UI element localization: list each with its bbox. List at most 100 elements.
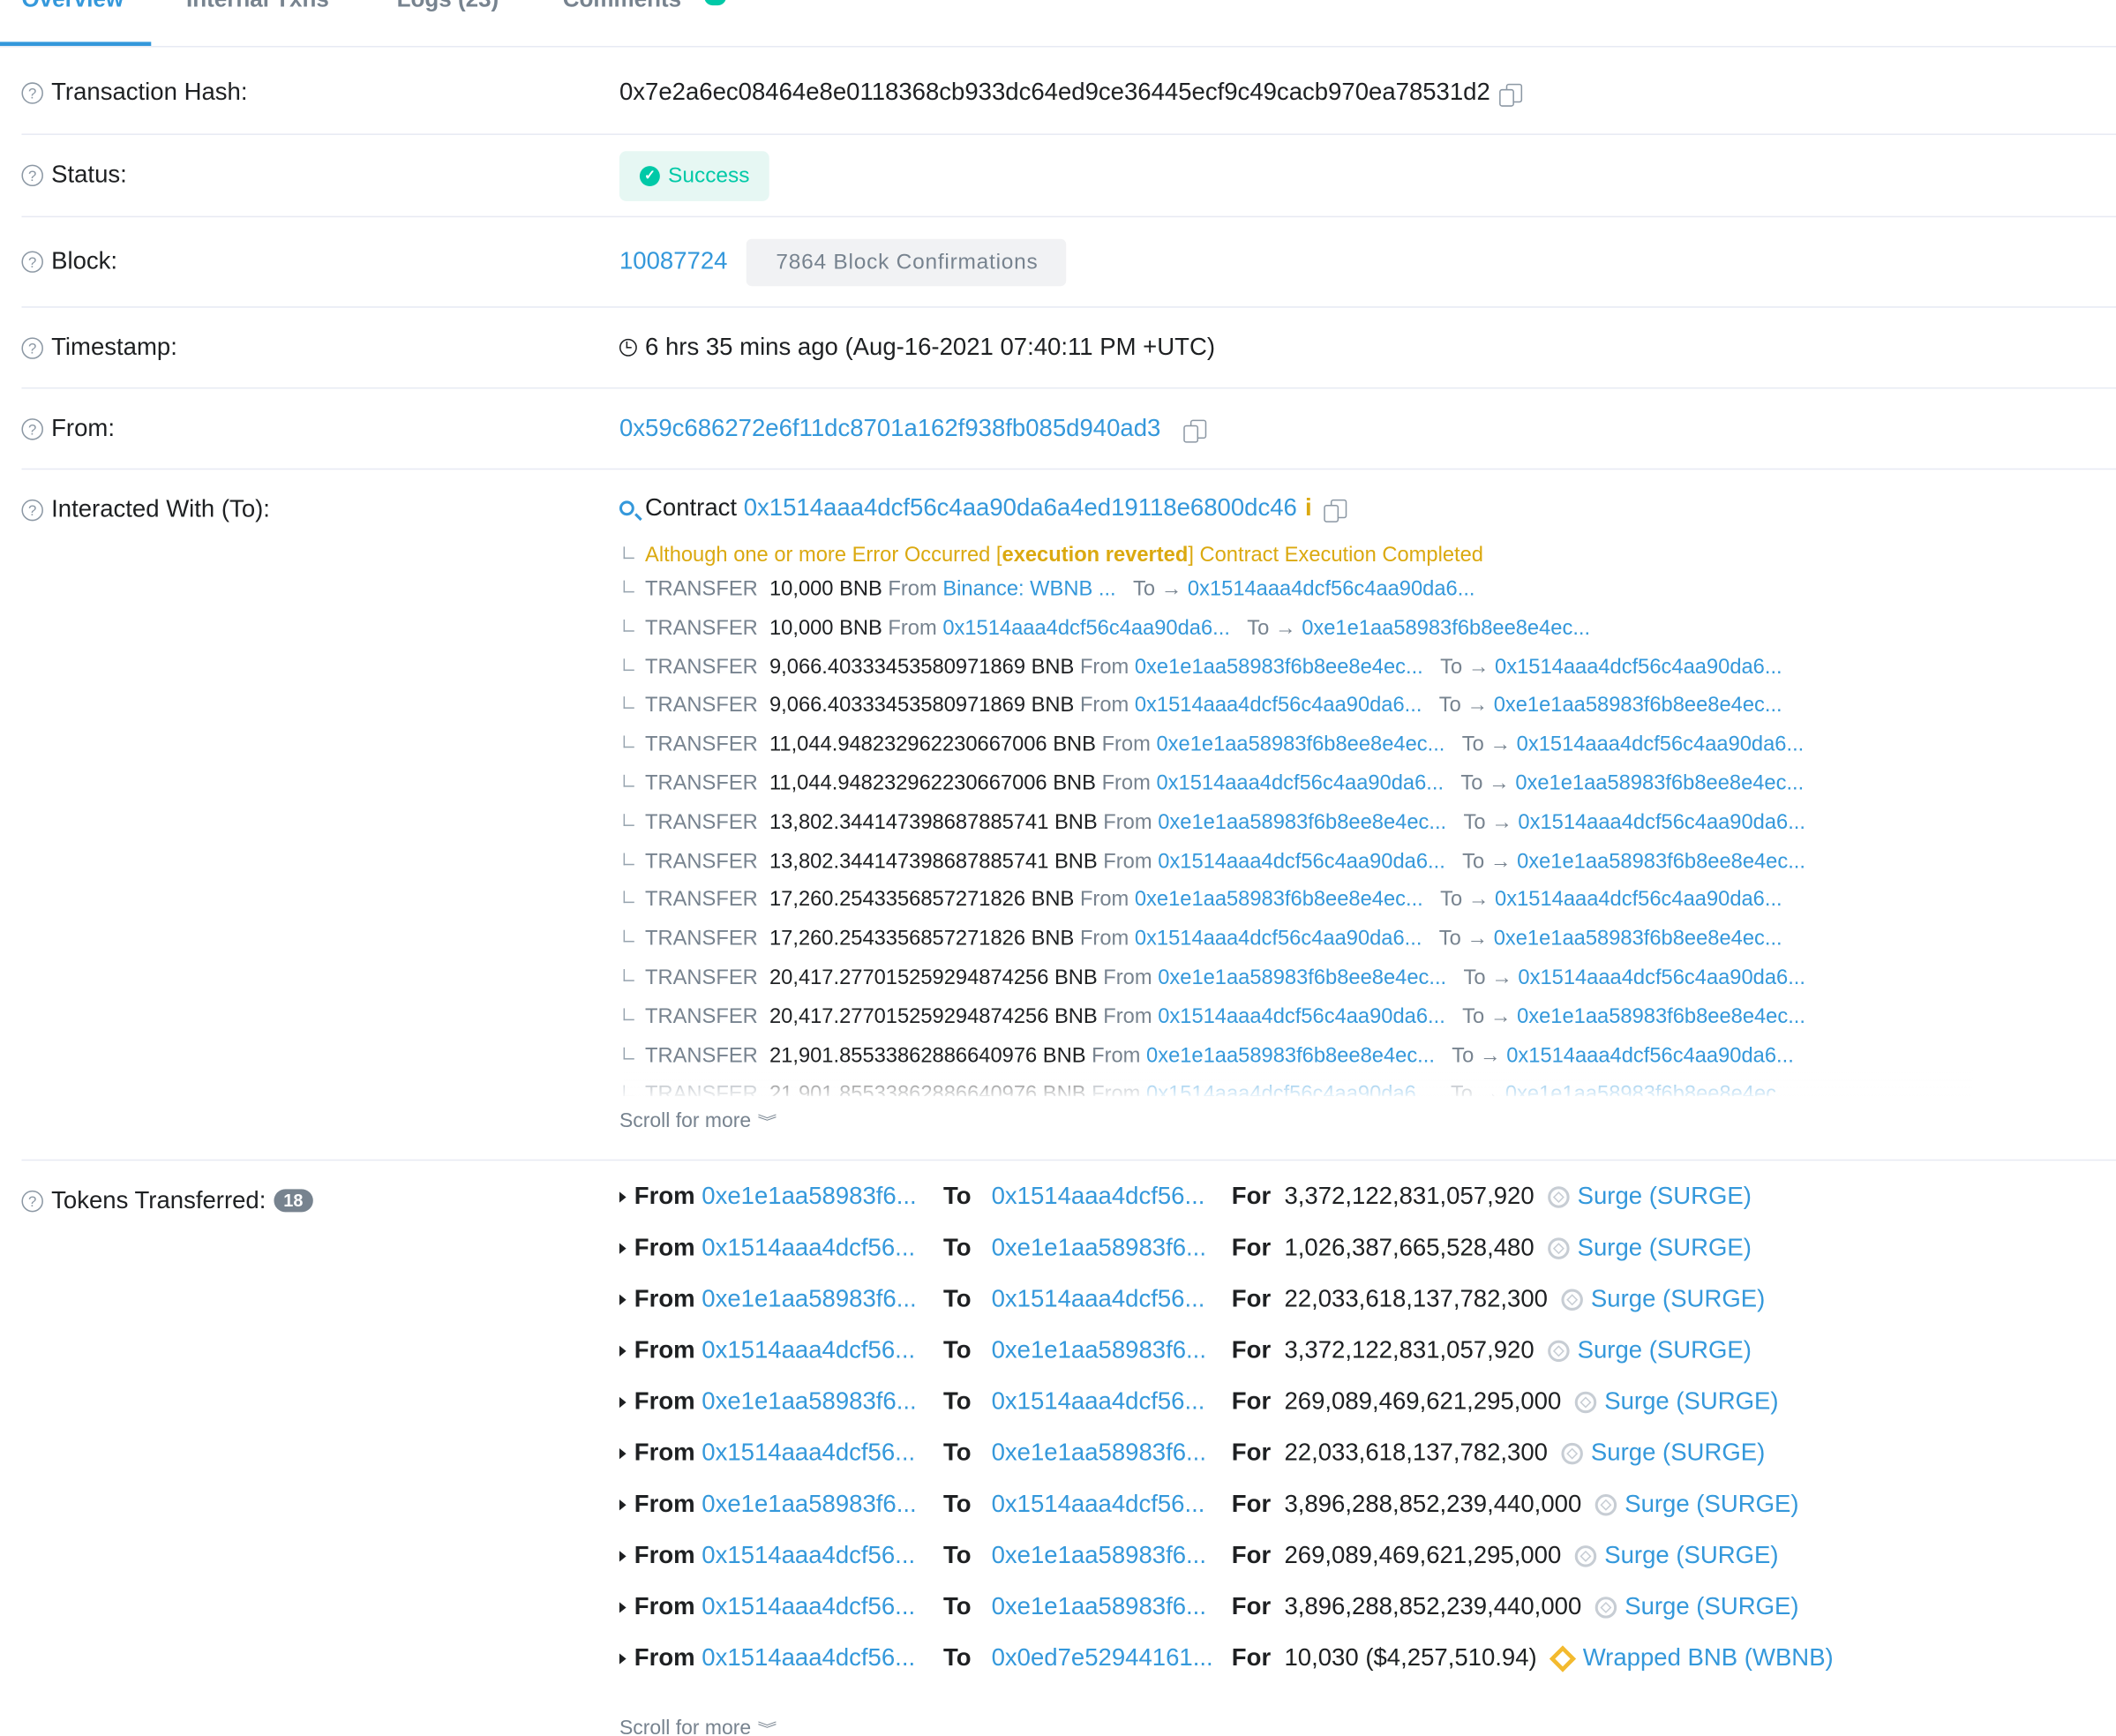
transfer-from-link[interactable]: 0xe1e1aa58983f6b8ee8e4ec... — [1135, 889, 1423, 912]
internal-transfers-list[interactable]: Although one or more Error Occurred [exe… — [623, 540, 1973, 1096]
caret-right-icon[interactable] — [619, 1601, 627, 1612]
transfer-to-link[interactable]: 0xe1e1aa58983f6b8ee8e4ec... — [1494, 695, 1782, 718]
to-label: ? Interacted With (To): — [21, 495, 270, 523]
caret-right-icon[interactable] — [619, 1344, 627, 1356]
scroll-for-more-tokens[interactable]: Scroll for more ︾ — [619, 1717, 777, 1735]
token-to-link[interactable]: 0xe1e1aa58983f6... — [992, 1593, 1221, 1621]
token-to-link[interactable]: 0xe1e1aa58983f6... — [992, 1336, 1221, 1364]
token-to-link[interactable]: 0xe1e1aa58983f6... — [992, 1439, 1221, 1467]
transfer-to-link[interactable]: 0x1514aaa4dcf56c4aa90da6... — [1518, 811, 1805, 834]
token-name-link[interactable]: Surge (SURGE) — [1625, 1593, 1798, 1621]
token-name-link[interactable]: Surge (SURGE) — [1591, 1439, 1765, 1467]
token-name-link[interactable]: Surge (SURGE) — [1591, 1285, 1765, 1313]
token-from-link[interactable]: 0x1514aaa4dcf56... — [702, 1336, 931, 1364]
from-keyword: From — [634, 1490, 695, 1517]
token-to-link[interactable]: 0x1514aaa4dcf56... — [992, 1490, 1221, 1518]
transfer-to-link[interactable]: 0xe1e1aa58983f6b8ee8e4ec... — [1302, 617, 1590, 640]
caret-right-icon[interactable] — [619, 1242, 627, 1253]
caret-right-icon[interactable] — [619, 1652, 627, 1664]
copy-icon[interactable] — [1324, 499, 1347, 522]
token-from-link[interactable]: 0x1514aaa4dcf56... — [702, 1593, 931, 1621]
token-from-link[interactable]: 0xe1e1aa58983f6... — [702, 1387, 931, 1416]
tab-comments[interactable]: Comments — [563, 0, 681, 13]
transfer-from-link[interactable]: 0x1514aaa4dcf56c4aa90da6... — [1146, 1083, 1434, 1096]
token-to-link[interactable]: 0x1514aaa4dcf56... — [992, 1285, 1221, 1313]
caret-right-icon[interactable] — [619, 1499, 627, 1510]
token-from-link[interactable]: 0x1514aaa4dcf56... — [702, 1439, 931, 1467]
caret-right-icon[interactable] — [619, 1550, 627, 1561]
for-keyword: For — [1231, 1439, 1272, 1466]
transfer-from-link[interactable]: 0xe1e1aa58983f6b8ee8e4ec... — [1158, 811, 1446, 834]
tokens-label-text: Tokens Transferred: — [51, 1186, 266, 1214]
help-icon[interactable]: ? — [21, 499, 43, 521]
token-from-link[interactable]: 0x1514aaa4dcf56... — [702, 1644, 931, 1672]
transfer-to-link[interactable]: 0x1514aaa4dcf56c4aa90da6... — [1188, 578, 1475, 601]
help-icon[interactable]: ? — [21, 336, 43, 359]
token-amount: 3,896,288,852,239,440,000 — [1284, 1592, 1582, 1620]
token-name-link[interactable]: Surge (SURGE) — [1578, 1336, 1752, 1364]
help-icon[interactable]: ? — [21, 250, 43, 273]
transfer-from-link[interactable]: 0xe1e1aa58983f6b8ee8e4ec... — [1156, 733, 1444, 756]
block-number-link[interactable]: 10087724 — [619, 247, 727, 275]
help-icon[interactable]: ? — [21, 417, 43, 440]
transfer-from-link[interactable]: 0x1514aaa4dcf56c4aa90da6... — [942, 617, 1230, 640]
token-name-link[interactable]: Surge (SURGE) — [1604, 1542, 1778, 1570]
copy-icon[interactable] — [1499, 84, 1523, 108]
transfer-to-link[interactable]: 0xe1e1aa58983f6b8ee8e4ec... — [1517, 1005, 1805, 1028]
token-to-link[interactable]: 0xe1e1aa58983f6... — [992, 1542, 1221, 1570]
token-to-link[interactable]: 0x0ed7e52944161... — [992, 1644, 1221, 1672]
help-icon[interactable]: ? — [21, 163, 43, 186]
transfer-from-link[interactable]: 0xe1e1aa58983f6b8ee8e4ec... — [1158, 966, 1446, 989]
transfer-type: TRANSFER — [645, 927, 758, 951]
clock-icon — [619, 338, 637, 357]
tab-internal-txns[interactable]: Internal Txns — [186, 0, 329, 13]
from-address-link[interactable]: 0x59c686272e6f11dc8701a162f938fb085d940a… — [619, 415, 1160, 442]
to-label-text: Interacted With (To): — [51, 495, 270, 522]
token-name-link[interactable]: Wrapped BNB (WBNB) — [1583, 1644, 1834, 1672]
token-name-link[interactable]: Surge (SURGE) — [1578, 1183, 1752, 1211]
token-name-link[interactable]: Surge (SURGE) — [1578, 1234, 1752, 1262]
transfer-from-link[interactable]: 0x1514aaa4dcf56c4aa90da6... — [1158, 850, 1445, 873]
tab-overview[interactable]: Overview — [21, 0, 124, 13]
info-icon[interactable]: i — [1305, 494, 1312, 522]
tab-logs[interactable]: Logs (23) — [397, 0, 499, 13]
transfer-from-link[interactable]: 0x1514aaa4dcf56c4aa90da6... — [1135, 695, 1422, 718]
help-icon[interactable]: ? — [21, 1190, 43, 1212]
contract-address-link[interactable]: 0x1514aaa4dcf56c4aa90da6a4ed19118e6800dc… — [744, 494, 1297, 522]
token-from-link[interactable]: 0xe1e1aa58983f6... — [702, 1285, 931, 1313]
caret-right-icon[interactable] — [619, 1396, 627, 1408]
transfer-to-link[interactable]: 0x1514aaa4dcf56c4aa90da6... — [1506, 1044, 1794, 1067]
scroll-for-more[interactable]: Scroll for more ︾ — [619, 1109, 777, 1132]
search-contract-icon[interactable] — [619, 500, 634, 516]
transfer-to-link[interactable]: 0xe1e1aa58983f6b8ee8e4ec... — [1517, 850, 1805, 873]
transfer-from-link[interactable]: Binance: WBNB ... — [942, 578, 1115, 601]
token-from-link[interactable]: 0xe1e1aa58983f6... — [702, 1183, 931, 1211]
caret-right-icon[interactable] — [619, 1293, 627, 1305]
arrow-right-icon: → — [1489, 733, 1512, 756]
transfer-from-link[interactable]: 0x1514aaa4dcf56c4aa90da6... — [1158, 1005, 1445, 1028]
token-name-link[interactable]: Surge (SURGE) — [1625, 1490, 1798, 1518]
token-to-link[interactable]: 0xe1e1aa58983f6... — [992, 1234, 1221, 1262]
transfer-from-link[interactable]: 0x1514aaa4dcf56c4aa90da6... — [1135, 928, 1422, 951]
token-from-link[interactable]: 0x1514aaa4dcf56... — [702, 1234, 931, 1262]
transfer-to-link[interactable]: 0x1514aaa4dcf56c4aa90da6... — [1517, 733, 1805, 756]
caret-right-icon[interactable] — [619, 1447, 627, 1459]
help-icon[interactable]: ? — [21, 81, 43, 103]
copy-icon[interactable] — [1183, 420, 1207, 444]
transfer-to-link[interactable]: 0xe1e1aa58983f6b8ee8e4ec... — [1505, 1083, 1794, 1096]
token-from-link[interactable]: 0x1514aaa4dcf56... — [702, 1542, 931, 1570]
token-name-link[interactable]: Surge (SURGE) — [1604, 1387, 1778, 1416]
transfer-to-link[interactable]: 0x1514aaa4dcf56c4aa90da6... — [1495, 656, 1782, 679]
token-to-link[interactable]: 0x1514aaa4dcf56... — [992, 1183, 1221, 1211]
transfer-to-link[interactable]: 0x1514aaa4dcf56c4aa90da6... — [1518, 966, 1805, 989]
transfer-to-link[interactable]: 0x1514aaa4dcf56c4aa90da6... — [1495, 889, 1782, 912]
transfer-from-link[interactable]: 0x1514aaa4dcf56c4aa90da6... — [1156, 772, 1444, 795]
from-word: From — [1079, 694, 1129, 718]
transfer-from-link[interactable]: 0xe1e1aa58983f6b8ee8e4ec... — [1146, 1044, 1435, 1067]
token-to-link[interactable]: 0x1514aaa4dcf56... — [992, 1387, 1221, 1416]
token-from-link[interactable]: 0xe1e1aa58983f6... — [702, 1490, 931, 1518]
transfer-to-link[interactable]: 0xe1e1aa58983f6b8ee8e4ec... — [1494, 928, 1782, 951]
transfer-to-link[interactable]: 0xe1e1aa58983f6b8ee8e4ec... — [1515, 772, 1804, 795]
transfer-from-link[interactable]: 0xe1e1aa58983f6b8ee8e4ec... — [1135, 656, 1423, 679]
caret-right-icon[interactable] — [619, 1191, 627, 1202]
